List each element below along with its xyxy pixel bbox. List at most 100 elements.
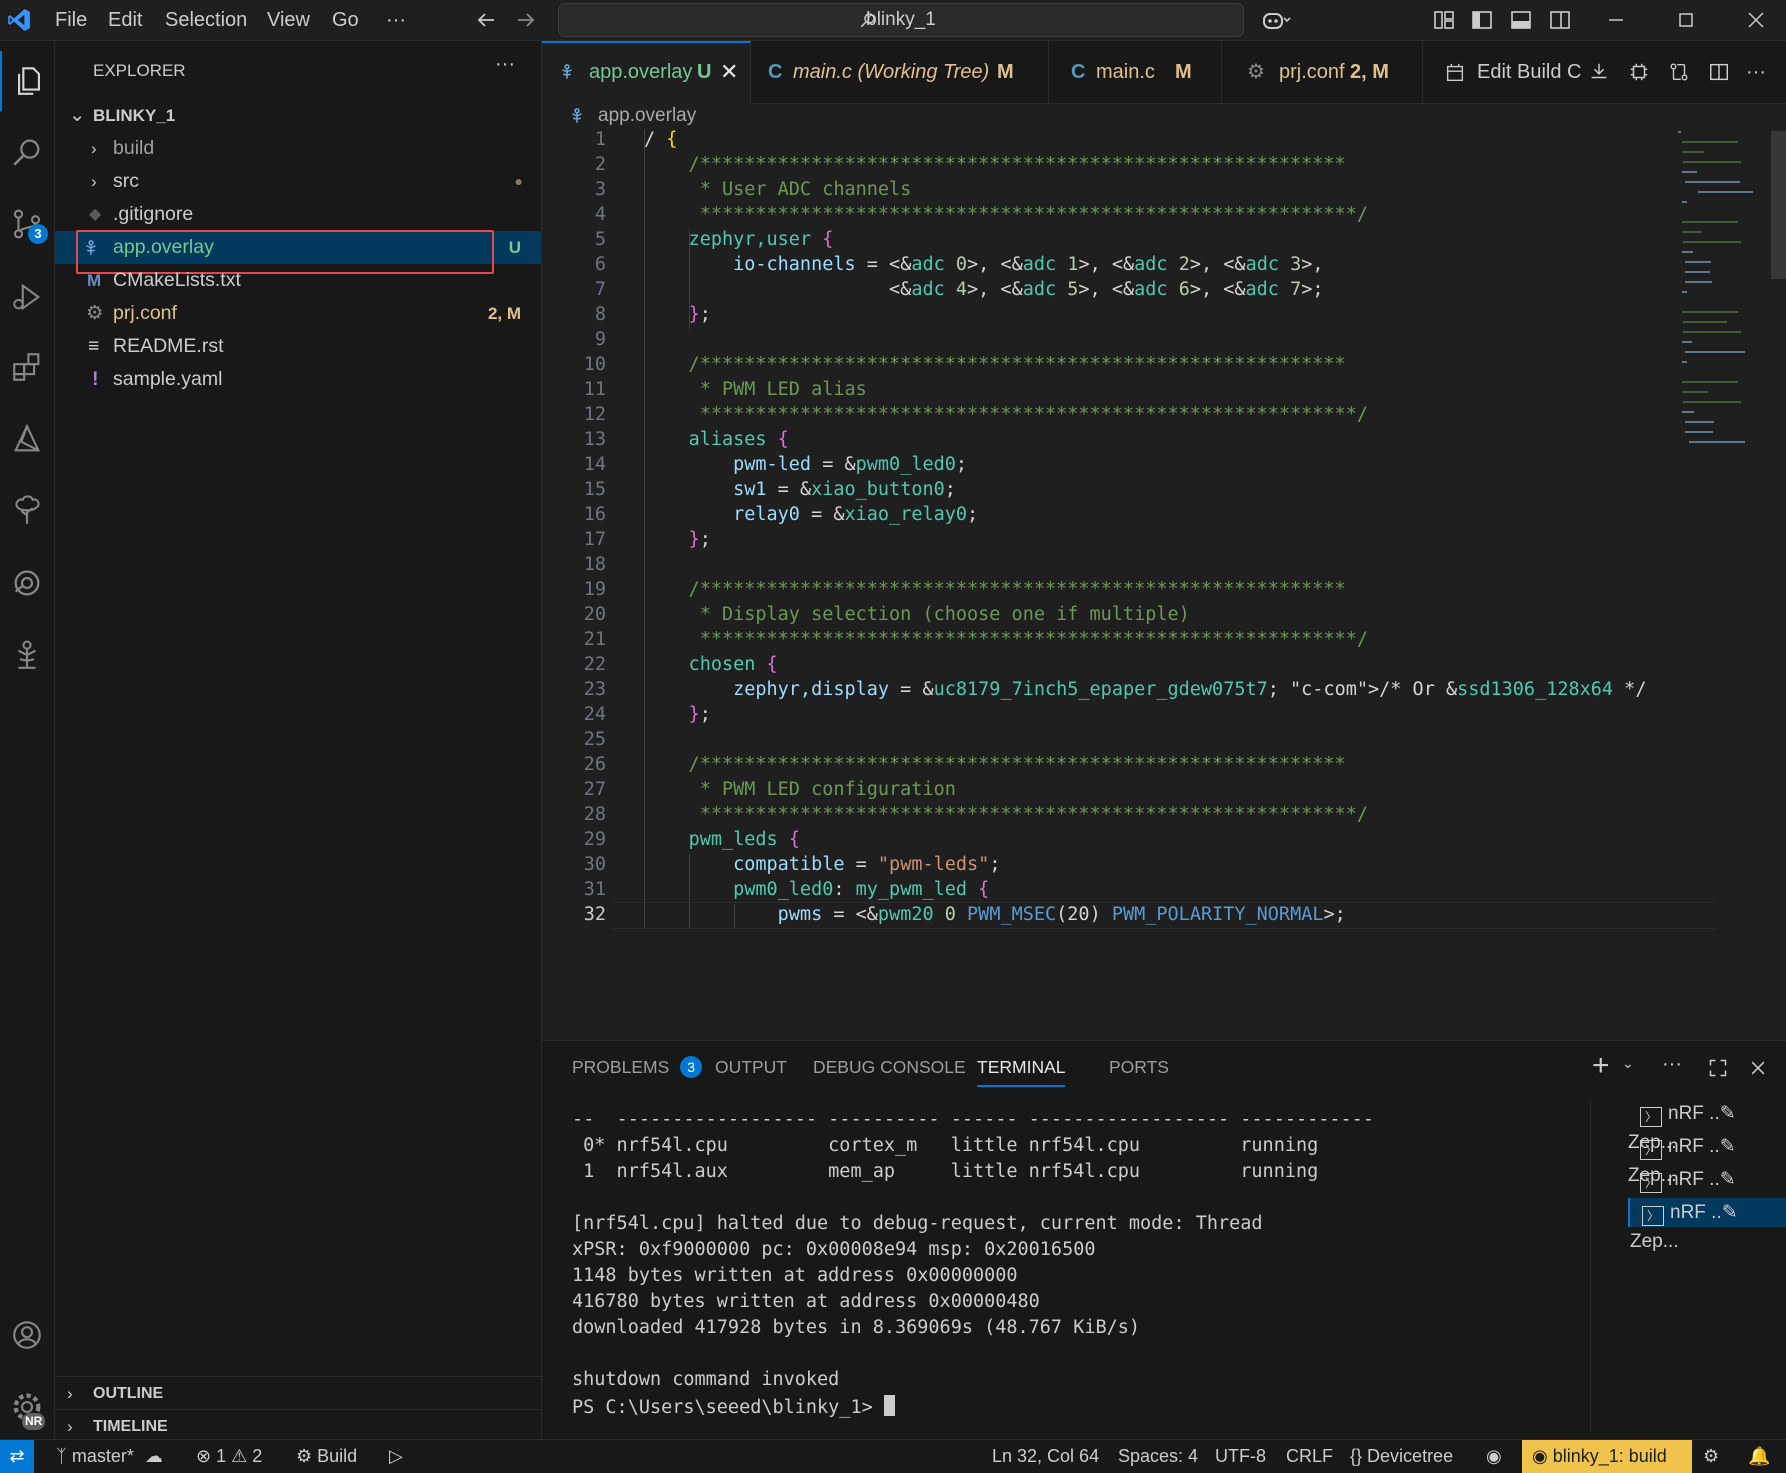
menu-more[interactable]: ··· [386,0,406,40]
tree-item-sample-yaml[interactable]: ! sample.yaml [55,363,541,396]
activity-tree[interactable] [0,481,54,541]
close-window-icon[interactable] [1744,8,1768,32]
edit-build-config-button[interactable]: Edit Build C [1477,41,1582,103]
tree-item-prj-conf[interactable]: ⚙ prj.conf 2, M [55,297,541,330]
activity-run-debug[interactable] [0,267,54,327]
split-editor-icon[interactable] [1708,61,1730,83]
tab-prj-conf[interactable]: ⚙ prj.conf 2, M [1222,41,1423,103]
git-branch[interactable]: ᛉ master* ☁ [56,1440,163,1473]
more-actions-button[interactable]: ··· [1746,41,1766,103]
tree-item-src[interactable]: › src ● [55,165,541,198]
terminal-instance[interactable]: 〉nRF ..✎ Zep... [1628,1198,1786,1252]
code-line[interactable]: io-channels = <&adc 0>, <&adc 1>, <&adc … [644,254,1323,275]
code-line[interactable]: * PWM LED configuration [644,779,956,800]
activity-device-tree[interactable] [0,625,54,685]
copilot-status-icon[interactable]: ◉ [1486,1440,1502,1473]
chip-icon[interactable] [1628,61,1650,83]
code-line[interactable]: chosen { [644,654,778,675]
panel-more-button[interactable]: ··· [1662,1053,1682,1076]
bell-icon[interactable]: 🔔 [1748,1440,1770,1473]
code-line[interactable]: ****************************************… [644,204,1368,225]
tab-main-c[interactable]: C main.c M [1049,41,1222,103]
build-button[interactable]: ⚙ Build [296,1440,357,1473]
problems-status[interactable]: ⊗ 1 ⚠ 2 [196,1440,262,1473]
compare-changes-icon[interactable] [1668,61,1690,83]
copilot-icon[interactable] [1262,8,1292,32]
code-line[interactable]: pwm_leds { [644,829,800,850]
run-icon[interactable]: ▷ [389,1440,403,1473]
terminal-instance[interactable]: 〉nRF ..✎ Zep... [1628,1132,1786,1186]
tree-item-cmakelists[interactable]: M CMakeLists.txt [55,264,541,297]
code-line[interactable]: pwm0_led0: my_pwm_led { [644,879,989,900]
breadcrumb-file[interactable]: app.overlay [598,103,696,129]
command-center-search[interactable]: blinky_1 [558,3,1244,37]
tree-item-readme[interactable]: ≡ README.rst [55,330,541,363]
line-ending[interactable]: CRLF [1286,1440,1333,1473]
menu-edit[interactable]: Edit [108,0,142,40]
code-line[interactable]: ****************************************… [644,404,1368,425]
language-mode[interactable]: {} Devicetree [1350,1440,1453,1473]
menu-go[interactable]: Go [332,0,359,40]
code-line[interactable]: zephyr,user { [644,229,834,250]
toggle-secondary-sidebar-icon[interactable] [1548,8,1572,32]
code-line[interactable]: pwm-led = &pwm0_led0; [644,454,967,475]
toggle-panel-icon[interactable] [1509,8,1533,32]
chevron-down-icon[interactable]: ⌄ [1622,1055,1634,1072]
code-line[interactable]: <&adc 4>, <&adc 5>, <&adc 6>, <&adc 7>; [644,279,1323,300]
tree-item-gitignore[interactable]: ◆ .gitignore [55,198,541,231]
code-editor[interactable]: 1 / {2 /*********************************… [542,129,1786,1039]
code-line[interactable]: compatible = "pwm-leds"; [644,854,1000,875]
menu-view[interactable]: View [267,0,310,40]
code-line[interactable]: /***************************************… [644,754,1346,775]
code-line[interactable]: /***************************************… [644,154,1346,175]
code-line[interactable]: ****************************************… [644,629,1368,650]
customize-layout-icon[interactable] [1432,8,1456,32]
menu-file[interactable]: File [55,0,87,40]
timeline-section[interactable]: › TIMELINE [55,1409,541,1443]
new-terminal-button[interactable]: + [1592,1049,1610,1083]
code-line[interactable]: }; [644,304,711,325]
code-line[interactable]: /***************************************… [644,579,1346,600]
code-line[interactable]: * User ADC channels [644,179,912,200]
close-panel-icon[interactable] [1748,1058,1768,1078]
code-line[interactable]: sw1 = &xiao_button0; [644,479,956,500]
minimize-icon[interactable] [1604,8,1628,32]
indentation[interactable]: Spaces: 4 [1118,1440,1198,1473]
tab-debug-console[interactable]: DEBUG CONSOLE [813,1041,966,1093]
build-task-status[interactable]: ◉ blinky_1: build [1522,1440,1692,1473]
encoding[interactable]: UTF-8 [1215,1440,1266,1473]
code-line[interactable]: relay0 = &xiao_relay0; [644,504,978,525]
code-line[interactable]: }; [644,704,711,725]
terminal-instance[interactable]: 〉nRF ..✎ Zep... [1628,1099,1786,1153]
tab-output[interactable]: OUTPUT [715,1041,787,1093]
folder-root[interactable]: ⌄ BLINKY_1 [55,99,541,132]
code-line[interactable]: * PWM LED alias [644,379,867,400]
code-line[interactable]: / { [644,129,677,150]
remote-indicator[interactable]: ⇄ [0,1440,34,1473]
code-line[interactable]: ****************************************… [644,804,1368,825]
debug-icon[interactable]: ⚙ [1703,1440,1719,1473]
activity-nrf-connect[interactable] [0,409,54,469]
tab-terminal[interactable]: TERMINAL [977,1041,1066,1087]
code-line[interactable]: * Display selection (choose one if multi… [644,604,1190,625]
maximize-icon[interactable] [1674,8,1698,32]
tree-item-build[interactable]: › build [55,132,541,165]
tab-app-overlay[interactable]: app.overlay U ✕ [542,41,751,104]
code-line[interactable]: aliases { [644,429,789,450]
toggle-primary-sidebar-icon[interactable] [1470,8,1494,32]
editor-scrollbar[interactable] [1771,131,1786,279]
close-icon[interactable]: ✕ [720,43,738,101]
activity-explorer[interactable] [0,51,56,111]
activity-source-control[interactable]: 3 [0,194,54,254]
terminal-instance[interactable]: 〉nRF ..✎ Zep... [1628,1165,1786,1219]
activity-extensions[interactable] [0,337,54,397]
code-line[interactable]: }; [644,529,711,550]
activity-search[interactable] [0,122,54,182]
forward-arrow-icon[interactable] [514,8,538,32]
code-line[interactable]: /***************************************… [644,354,1346,375]
tab-main-c-working-tree[interactable]: C main.c (Working Tree) M [751,41,1049,103]
tab-ports[interactable]: PORTS [1109,1041,1169,1093]
activity-accounts[interactable] [0,1305,54,1365]
edit-build-config-icon[interactable] [1444,62,1466,84]
menu-selection[interactable]: Selection [165,0,247,40]
